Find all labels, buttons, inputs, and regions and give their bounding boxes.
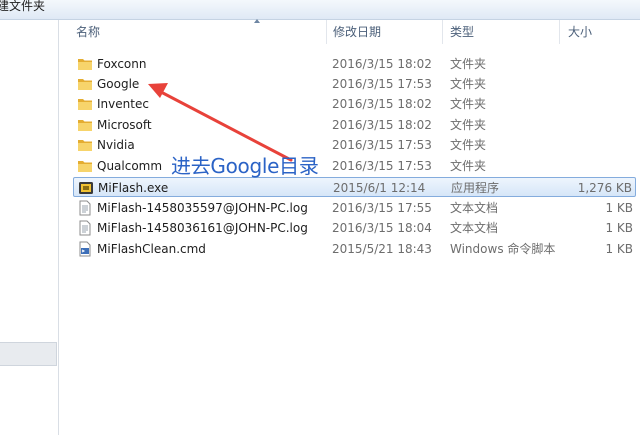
file-type: 文件夹	[450, 118, 487, 132]
column-header-type[interactable]: 类型	[450, 20, 474, 44]
folder-icon	[77, 96, 93, 112]
file-date: 2015/6/1 12:14	[333, 181, 426, 195]
file-date: 2016/3/15 18:02	[332, 97, 432, 111]
column-divider[interactable]	[559, 20, 560, 44]
file-type: 文件夹	[450, 97, 487, 111]
list-item[interactable]: Microsoft 2016/3/15 18:02 文件夹	[73, 115, 636, 135]
list-item[interactable]: Google 2016/3/15 17:53 文件夹	[73, 74, 636, 94]
list-item[interactable]: Nvidia 2016/3/15 17:53 文件夹	[73, 135, 636, 155]
file-date: 2016/3/15 18:02	[332, 57, 432, 71]
list-item[interactable]: Qualcomm 2016/3/15 17:53 文件夹	[73, 156, 636, 176]
nav-item-selected[interactable]	[0, 342, 57, 366]
file-type: 应用程序	[451, 181, 500, 195]
file-type: Windows 命令脚本	[450, 242, 556, 256]
file-date: 2016/3/15 17:55	[332, 201, 432, 215]
file-name: Inventec	[97, 97, 149, 111]
file-name: MiFlash-1458036161@JOHN-PC.log	[97, 221, 308, 235]
cmd-file-icon	[77, 241, 93, 257]
file-type: 文件夹	[450, 57, 487, 71]
file-size: 1 KB	[605, 221, 633, 235]
file-size: 1 KB	[605, 242, 633, 256]
column-divider[interactable]	[442, 20, 443, 44]
list-item[interactable]: MiFlashClean.cmd 2015/5/21 18:43 Windows 命…	[73, 239, 636, 259]
list-item[interactable]: Foxconn 2016/3/15 18:02 文件夹	[73, 54, 636, 74]
file-date: 2015/5/21 18:43	[332, 242, 432, 256]
file-name: MiFlashClean.cmd	[97, 242, 206, 256]
column-header-size[interactable]: 大小	[568, 20, 592, 44]
text-file-icon	[77, 200, 93, 216]
file-type: 文本文档	[450, 221, 499, 235]
file-name: Qualcomm	[97, 159, 163, 173]
folder-icon	[77, 158, 93, 174]
column-header: 名称 修改日期 类型 大小	[59, 19, 640, 44]
file-name: Nvidia	[97, 138, 135, 152]
file-name: Google	[97, 77, 140, 91]
column-header-date[interactable]: 修改日期	[333, 20, 381, 44]
new-folder-button[interactable]: 建文件夹	[0, 0, 45, 14]
file-date: 2016/3/15 18:04	[332, 221, 432, 235]
toolbar: 建文件夹	[0, 0, 640, 20]
annotation-text: 进去Google目录	[171, 154, 319, 178]
column-divider[interactable]	[326, 20, 327, 44]
list-item[interactable]: MiFlash.exe 2015/6/1 12:14 应用程序 1,276 KB	[73, 177, 636, 197]
file-type: 文件夹	[450, 77, 487, 91]
folder-icon	[77, 117, 93, 133]
folder-icon	[77, 56, 93, 72]
list-item[interactable]: MiFlash-1458035597@JOHN-PC.log 2016/3/15 …	[73, 198, 636, 218]
file-size: 1,276 KB	[577, 181, 632, 195]
navigation-pane[interactable]	[0, 20, 59, 435]
file-date: 2016/3/15 17:53	[332, 159, 432, 173]
file-date: 2016/3/15 17:53	[332, 77, 432, 91]
file-date: 2016/3/15 17:53	[332, 138, 432, 152]
file-date: 2016/3/15 18:02	[332, 118, 432, 132]
list-item[interactable]: Inventec 2016/3/15 18:02 文件夹	[73, 94, 636, 114]
sort-ascending-icon	[254, 19, 260, 23]
file-name: Foxconn	[97, 57, 147, 71]
file-name: MiFlash-1458035597@JOHN-PC.log	[97, 201, 308, 215]
column-header-name[interactable]: 名称	[76, 20, 100, 44]
file-type: 文本文档	[450, 201, 499, 215]
file-type: 文件夹	[450, 159, 487, 173]
file-size: 1 KB	[605, 201, 633, 215]
exe-icon	[78, 180, 94, 196]
folder-icon	[77, 137, 93, 153]
file-name: Microsoft	[97, 118, 152, 132]
text-file-icon	[77, 220, 93, 236]
file-type: 文件夹	[450, 138, 487, 152]
file-name: MiFlash.exe	[98, 181, 169, 195]
list-item[interactable]: MiFlash-1458036161@JOHN-PC.log 2016/3/15 …	[73, 218, 636, 238]
folder-icon	[77, 76, 93, 92]
